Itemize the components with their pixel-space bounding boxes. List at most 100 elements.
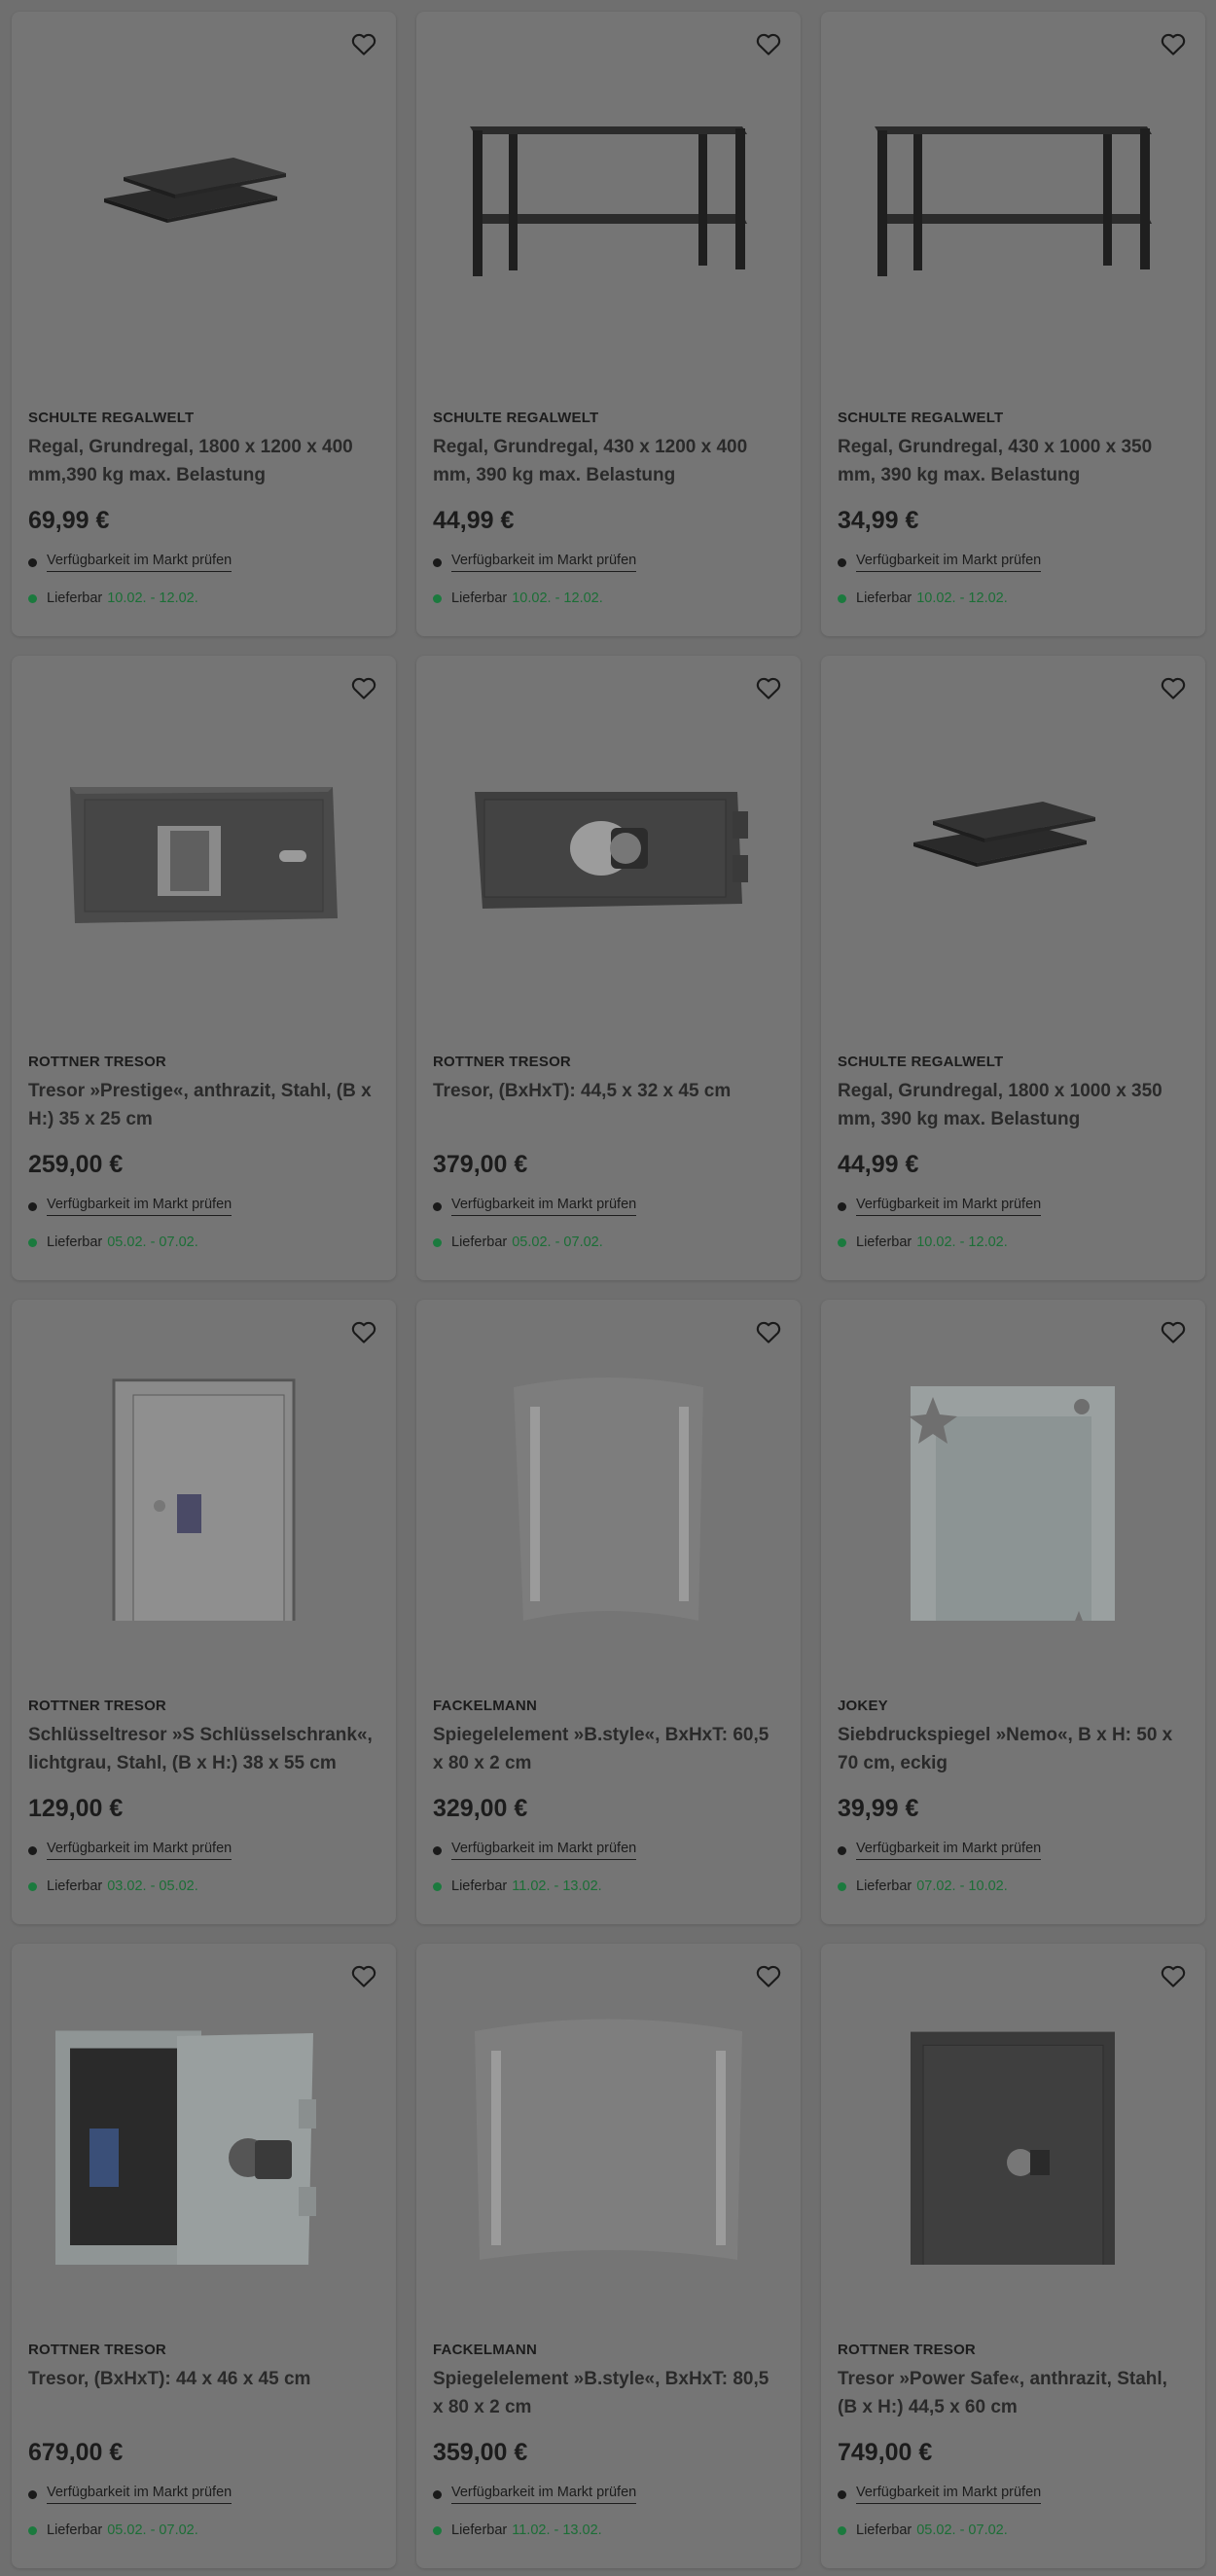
product-title[interactable]: Schlüsseltresor »S Schlüsselschrank«, li…: [28, 1722, 378, 1777]
product-brand: JOKEY: [838, 1698, 888, 1714]
product-card[interactable]: ROTTNER TRESOR Tresor, (BxHxT): 44 x 46 …: [12, 1944, 396, 2568]
delivery-row: Lieferbar 05.02. - 07.02.: [433, 1234, 603, 1250]
product-title[interactable]: Tresor, (BxHxT): 44,5 x 32 x 45 cm: [433, 1078, 783, 1106]
product-title[interactable]: Regal, Grundregal, 430 x 1000 x 350 mm, …: [838, 434, 1188, 489]
product-image[interactable]: [12, 695, 396, 977]
delivery-label: Lieferbar: [451, 590, 508, 606]
product-title[interactable]: Regal, Grundregal, 430 x 1200 x 400 mm, …: [433, 434, 783, 489]
availability-row: Verfügbarkeit im Markt prüfen: [838, 2485, 1042, 2504]
delivery-status-dot: [433, 1237, 442, 1247]
product-card[interactable]: ROTTNER TRESOR Tresor, (BxHxT): 44,5 x 3…: [416, 656, 801, 1280]
delivery-status-dot: [433, 1881, 442, 1891]
product-card[interactable]: FACKELMANN Spiegelelement »B.style«, BxH…: [416, 1944, 801, 2568]
delivery-label: Lieferbar: [856, 590, 912, 606]
product-image[interactable]: [821, 1339, 1205, 1621]
delivery-row: Lieferbar 10.02. - 12.02.: [838, 1234, 1008, 1250]
product-card[interactable]: SCHULTE REGALWELT Regal, Grundregal, 180…: [12, 12, 396, 636]
check-availability-link[interactable]: Verfügbarkeit im Markt prüfen: [47, 1197, 232, 1216]
product-title[interactable]: Spiegelelement »B.style«, BxHxT: 60,5 x …: [433, 1722, 783, 1777]
check-availability-link[interactable]: Verfügbarkeit im Markt prüfen: [856, 1841, 1042, 1860]
delivery-status-dot: [28, 1237, 37, 1247]
delivery-row: Lieferbar 03.02. - 05.02.: [28, 1878, 198, 1894]
product-card[interactable]: ROTTNER TRESOR Tresor »Power Safe«, anth…: [821, 1944, 1205, 2568]
delivery-dates: 11.02. - 13.02.: [512, 1878, 602, 1894]
delivery-dates: 05.02. - 07.02.: [512, 1234, 603, 1250]
delivery-dates: 11.02. - 13.02.: [512, 2522, 602, 2538]
product-brand: SCHULTE REGALWELT: [28, 410, 195, 426]
delivery-status-dot: [28, 2525, 37, 2535]
product-title[interactable]: Spiegelelement »B.style«, BxHxT: 80,5 x …: [433, 2366, 783, 2421]
check-availability-link[interactable]: Verfügbarkeit im Markt prüfen: [856, 1197, 1042, 1216]
availability-row: Verfügbarkeit im Markt prüfen: [28, 1841, 232, 1860]
check-availability-link[interactable]: Verfügbarkeit im Markt prüfen: [47, 2485, 232, 2504]
product-title[interactable]: Tresor »Prestige«, anthrazit, Stahl, (B …: [28, 1078, 378, 1133]
check-availability-link[interactable]: Verfügbarkeit im Markt prüfen: [451, 1197, 637, 1216]
availability-row: Verfügbarkeit im Markt prüfen: [433, 2485, 637, 2504]
product-title[interactable]: Tresor »Power Safe«, anthrazit, Stahl, (…: [838, 2366, 1188, 2421]
check-availability-link[interactable]: Verfügbarkeit im Markt prüfen: [856, 2485, 1042, 2504]
product-image[interactable]: [416, 1983, 801, 2265]
delivery-dates: 10.02. - 12.02.: [512, 590, 603, 606]
availability-dot: [433, 557, 442, 567]
product-price: 379,00 €: [433, 1151, 528, 1178]
product-title[interactable]: Regal, Grundregal, 1800 x 1200 x 400 mm,…: [28, 434, 378, 489]
check-availability-link[interactable]: Verfügbarkeit im Markt prüfen: [47, 553, 232, 572]
availability-row: Verfügbarkeit im Markt prüfen: [433, 553, 637, 572]
product-price: 69,99 €: [28, 507, 110, 534]
product-image[interactable]: [821, 51, 1205, 333]
delivery-label: Lieferbar: [47, 1878, 103, 1894]
delivery-dates: 10.02. - 12.02.: [107, 590, 198, 606]
product-image[interactable]: [416, 695, 801, 977]
product-brand: FACKELMANN: [433, 2342, 537, 2358]
product-image[interactable]: [821, 695, 1205, 977]
availability-dot: [28, 557, 37, 567]
delivery-label: Lieferbar: [47, 1234, 103, 1250]
delivery-row: Lieferbar 11.02. - 13.02.: [433, 1878, 602, 1894]
delivery-row: Lieferbar 10.02. - 12.02.: [838, 590, 1008, 606]
product-brand: SCHULTE REGALWELT: [838, 1054, 1004, 1070]
product-brand: SCHULTE REGALWELT: [838, 410, 1004, 426]
availability-row: Verfügbarkeit im Markt prüfen: [28, 2485, 232, 2504]
delivery-label: Lieferbar: [856, 1234, 912, 1250]
product-image[interactable]: [416, 51, 801, 333]
product-brand: ROTTNER TRESOR: [838, 2342, 976, 2358]
product-title[interactable]: Regal, Grundregal, 1800 x 1000 x 350 mm,…: [838, 1078, 1188, 1133]
check-availability-link[interactable]: Verfügbarkeit im Markt prüfen: [47, 1841, 232, 1860]
product-image[interactable]: [12, 1983, 396, 2265]
product-title[interactable]: Tresor, (BxHxT): 44 x 46 x 45 cm: [28, 2366, 378, 2394]
product-price: 44,99 €: [433, 507, 515, 534]
product-card[interactable]: FACKELMANN Spiegelelement »B.style«, BxH…: [416, 1300, 801, 1924]
availability-dot: [433, 1845, 442, 1855]
delivery-status-dot: [28, 1881, 37, 1891]
product-card[interactable]: JOKEY Siebdruckspiegel »Nemo«, B x H: 50…: [821, 1300, 1205, 1924]
product-price: 44,99 €: [838, 1151, 919, 1178]
delivery-status-dot: [433, 593, 442, 603]
availability-dot: [28, 1201, 37, 1211]
check-availability-link[interactable]: Verfügbarkeit im Markt prüfen: [451, 1841, 637, 1860]
check-availability-link[interactable]: Verfügbarkeit im Markt prüfen: [451, 553, 637, 572]
delivery-label: Lieferbar: [47, 590, 103, 606]
delivery-label: Lieferbar: [856, 2522, 912, 2538]
delivery-row: Lieferbar 07.02. - 10.02.: [838, 1878, 1008, 1894]
availability-row: Verfügbarkeit im Markt prüfen: [28, 553, 232, 572]
product-card[interactable]: ROTTNER TRESOR Tresor »Prestige«, anthra…: [12, 656, 396, 1280]
product-card[interactable]: ROTTNER TRESOR Schlüsseltresor »S Schlüs…: [12, 1300, 396, 1924]
product-card[interactable]: SCHULTE REGALWELT Regal, Grundregal, 430…: [821, 12, 1205, 636]
product-card[interactable]: SCHULTE REGALWELT Regal, Grundregal, 430…: [416, 12, 801, 636]
product-image[interactable]: [12, 1339, 396, 1621]
product-image[interactable]: [416, 1339, 801, 1621]
product-brand: ROTTNER TRESOR: [28, 1698, 166, 1714]
product-price: 749,00 €: [838, 2439, 933, 2466]
availability-row: Verfügbarkeit im Markt prüfen: [28, 1197, 232, 1216]
check-availability-link[interactable]: Verfügbarkeit im Markt prüfen: [451, 2485, 637, 2504]
product-image[interactable]: [12, 51, 396, 333]
delivery-dates: 10.02. - 12.02.: [916, 1234, 1008, 1250]
product-card[interactable]: SCHULTE REGALWELT Regal, Grundregal, 180…: [821, 656, 1205, 1280]
product-image[interactable]: [821, 1983, 1205, 2265]
delivery-row: Lieferbar 10.02. - 12.02.: [28, 590, 198, 606]
product-title[interactable]: Siebdruckspiegel »Nemo«, B x H: 50 x 70 …: [838, 1722, 1188, 1777]
availability-row: Verfügbarkeit im Markt prüfen: [838, 1841, 1042, 1860]
delivery-dates: 05.02. - 07.02.: [916, 2522, 1008, 2538]
product-brand: SCHULTE REGALWELT: [433, 410, 599, 426]
check-availability-link[interactable]: Verfügbarkeit im Markt prüfen: [856, 553, 1042, 572]
